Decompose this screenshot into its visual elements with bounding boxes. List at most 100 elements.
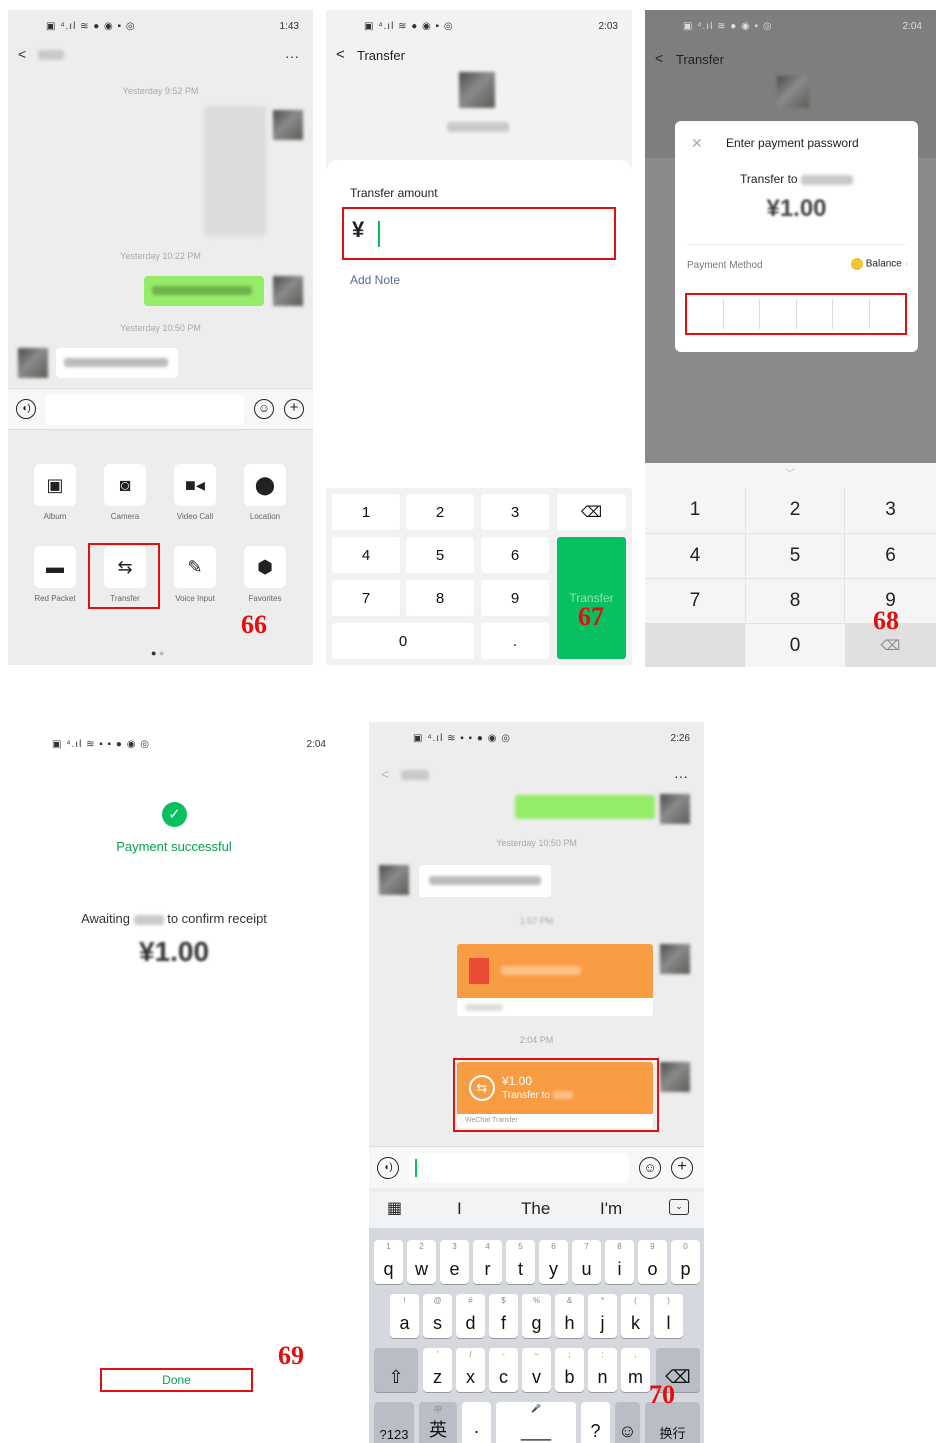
key-p[interactable]: 0p: [671, 1240, 700, 1284]
voice-icon[interactable]: ◖): [377, 1157, 399, 1179]
key-v[interactable]: ~ v: [522, 1348, 551, 1392]
key-b[interactable]: ; b: [555, 1348, 584, 1392]
key-1[interactable]: 1: [332, 494, 400, 530]
voice-icon[interactable]: ◖): [16, 399, 36, 419]
red-packet-message[interactable]: [457, 944, 653, 1016]
apps-grid-icon[interactable]: ▦: [387, 1198, 402, 1218]
key-i[interactable]: 8i: [605, 1240, 634, 1284]
symbols-key[interactable]: ?123: [374, 1402, 414, 1443]
favorites-button[interactable]: ⬢ Favorites: [238, 546, 292, 603]
back-icon[interactable]: <: [655, 50, 663, 66]
key-g[interactable]: % g: [522, 1294, 551, 1338]
key-6[interactable]: 6: [481, 537, 549, 573]
key-middle-dot[interactable]: ·: [462, 1402, 491, 1443]
key-z[interactable]: ' z: [423, 1348, 452, 1392]
video-call-button[interactable]: ■◂ Video Call: [168, 464, 222, 521]
key-label: ___: [520, 1421, 552, 1441]
emoji-key-icon[interactable]: ☺: [615, 1402, 640, 1443]
suggestion-3[interactable]: I'm: [600, 1199, 622, 1219]
key-n[interactable]: :n: [588, 1348, 617, 1392]
payment-method-label: Payment Method: [687, 260, 763, 271]
key-j[interactable]: * j: [588, 1294, 617, 1338]
emoji-icon[interactable]: ☺: [254, 399, 274, 419]
key-label: y: [549, 1259, 558, 1279]
suggestion-2[interactable]: The: [521, 1199, 550, 1219]
emoji-icon[interactable]: ☺: [639, 1157, 661, 1179]
key-0[interactable]: 0: [332, 623, 474, 659]
recipient-avatar: [459, 72, 495, 108]
key-5[interactable]: 5: [406, 537, 474, 573]
language-key[interactable]: 中英: [419, 1402, 457, 1443]
key-q[interactable]: 1q: [374, 1240, 403, 1284]
payment-method-selector[interactable]: Balance ›: [850, 258, 908, 270]
key-label: f: [500, 1313, 506, 1333]
red-packet-button[interactable]: ▬ Red Packet: [28, 546, 82, 603]
key-a[interactable]: ! a: [390, 1294, 419, 1338]
voice-input-button[interactable]: ✎ Voice Input: [168, 546, 222, 603]
more-icon[interactable]: ···: [674, 768, 688, 784]
key-8[interactable]: 8: [406, 580, 474, 616]
key-f[interactable]: $ f: [489, 1294, 518, 1338]
key-r[interactable]: 4r: [473, 1240, 502, 1284]
key-question[interactable]: ?: [581, 1402, 610, 1443]
location-button[interactable]: ⬤ Location: [238, 464, 292, 521]
sent-message-bubble[interactable]: [144, 276, 264, 306]
received-message-bubble[interactable]: [56, 348, 178, 378]
key-l[interactable]: ) l: [654, 1294, 683, 1338]
key-e[interactable]: 3e: [440, 1240, 469, 1284]
close-icon[interactable]: ✕: [691, 135, 703, 152]
sent-image-message[interactable]: [204, 106, 266, 236]
plus-icon[interactable]: +: [671, 1157, 693, 1179]
shift-icon[interactable]: ⇧: [374, 1348, 418, 1392]
back-icon[interactable]: <: [336, 46, 345, 63]
key-w[interactable]: 2w: [407, 1240, 436, 1284]
message-input[interactable]: [409, 1153, 629, 1183]
key-s[interactable]: @ s: [423, 1294, 452, 1338]
key-6[interactable]: 6: [845, 533, 936, 577]
space-key[interactable]: 🎤 ___: [496, 1402, 576, 1443]
key-2[interactable]: 2: [745, 488, 845, 532]
collapse-icon[interactable]: ﹀: [785, 465, 795, 480]
key-k[interactable]: (k: [621, 1294, 650, 1338]
received-message-bubble[interactable]: [419, 865, 551, 897]
back-icon[interactable]: <: [18, 46, 26, 62]
key-y[interactable]: 6y: [539, 1240, 568, 1284]
password-input[interactable]: [685, 293, 907, 335]
key-1[interactable]: 1: [645, 488, 745, 532]
back-icon[interactable]: <: [381, 766, 389, 782]
amount-input[interactable]: ¥: [342, 207, 616, 260]
album-button[interactable]: ▣ Album: [28, 464, 82, 521]
transfer-submit-button[interactable]: Transfer: [557, 537, 626, 659]
collapse-keyboard-icon[interactable]: ⌄: [669, 1199, 689, 1215]
suggestion-1[interactable]: I: [457, 1199, 462, 1219]
key-4[interactable]: 4: [332, 537, 400, 573]
key-8[interactable]: 8: [745, 578, 845, 622]
key-3[interactable]: 3: [845, 488, 936, 532]
key-5[interactable]: 5: [745, 533, 845, 577]
key-u[interactable]: 7u: [572, 1240, 601, 1284]
key-3[interactable]: 3: [481, 494, 549, 530]
key-m[interactable]: ,m: [621, 1348, 650, 1392]
key-x[interactable]: / x: [456, 1348, 485, 1392]
add-note-link[interactable]: Add Note: [350, 273, 400, 287]
key-t[interactable]: 5t: [506, 1240, 535, 1284]
key-dot[interactable]: .: [481, 623, 549, 659]
key-c[interactable]: -c: [489, 1348, 518, 1392]
microphone-icon: ✎: [174, 546, 216, 588]
key-2[interactable]: 2: [406, 494, 474, 530]
key-0[interactable]: 0: [745, 623, 845, 667]
plus-icon[interactable]: +: [284, 399, 304, 419]
more-icon[interactable]: ···: [285, 48, 299, 64]
key-h[interactable]: & h: [555, 1294, 584, 1338]
key-7[interactable]: 7: [645, 578, 745, 622]
key-d[interactable]: # d: [456, 1294, 485, 1338]
message-input[interactable]: [46, 395, 244, 425]
key-7[interactable]: 7: [332, 580, 400, 616]
key-4[interactable]: 4: [645, 533, 745, 577]
key-9[interactable]: 9: [481, 580, 549, 616]
done-button[interactable]: Done: [100, 1368, 253, 1392]
key-o[interactable]: 9o: [638, 1240, 667, 1284]
backspace-key[interactable]: ⌫: [557, 494, 626, 530]
sent-message-bubble[interactable]: [515, 795, 655, 819]
camera-button[interactable]: ◙ Camera: [98, 464, 152, 521]
